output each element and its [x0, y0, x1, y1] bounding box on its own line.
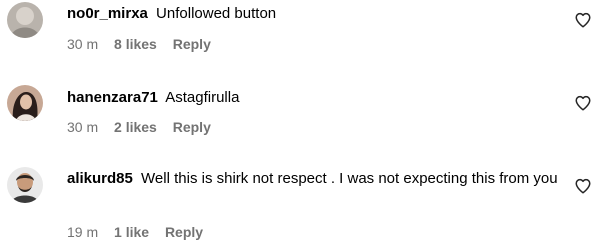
avatar[interactable]: [7, 167, 43, 203]
comment-meta: 30 m 8 likes Reply: [67, 36, 223, 52]
comment-item: alikurd85 Well this is shirk not respect…: [0, 150, 606, 250]
comment-username[interactable]: no0r_mirxa: [67, 5, 148, 22]
avatar[interactable]: [7, 2, 43, 38]
comment-meta: 30 m 2 likes Reply: [67, 119, 223, 135]
reply-button[interactable]: Reply: [173, 36, 211, 52]
comment-username[interactable]: hanenzara71: [67, 89, 158, 106]
comment-username[interactable]: alikurd85: [67, 170, 133, 187]
reply-button[interactable]: Reply: [165, 224, 203, 240]
comment-likes[interactable]: 1 like: [114, 224, 149, 240]
avatar[interactable]: [7, 85, 43, 121]
comment-item: hanenzara71 Astagfirulla 30 m 2 likes Re…: [0, 75, 606, 150]
comment-text: Well this is shirk not respect . I was n…: [141, 170, 558, 187]
heart-outline-icon[interactable]: [574, 177, 592, 195]
heart-outline-icon[interactable]: [574, 94, 592, 112]
comment-likes[interactable]: 2 likes: [114, 119, 157, 135]
comment-text: Astagfirulla: [165, 89, 240, 106]
comment-likes[interactable]: 8 likes: [114, 36, 157, 52]
comment-meta: 19 m 1 like Reply: [67, 224, 215, 240]
comment-item: no0r_mirxa Unfollowed button 30 m 8 like…: [0, 0, 606, 75]
heart-outline-icon[interactable]: [574, 11, 592, 29]
comment-time: 30 m: [67, 119, 99, 135]
comment-time: 19 m: [67, 224, 99, 240]
comment-time: 30 m: [67, 36, 99, 52]
comment-text: Unfollowed button: [156, 5, 277, 22]
reply-button[interactable]: Reply: [173, 119, 211, 135]
